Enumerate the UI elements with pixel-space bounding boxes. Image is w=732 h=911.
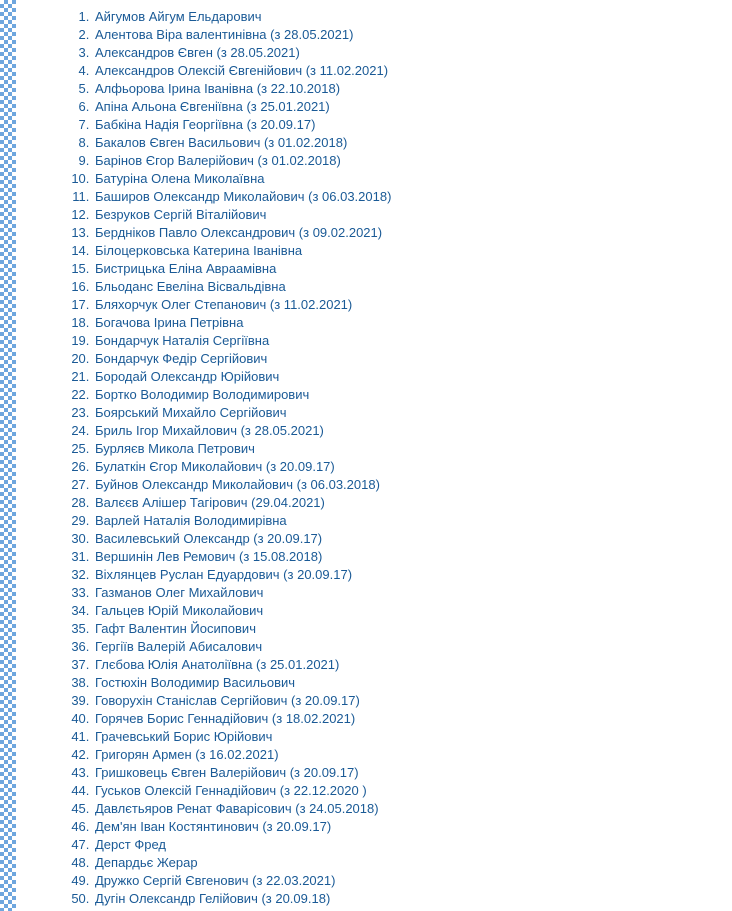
list-item: Боярський Михайло Сергійович bbox=[93, 404, 722, 422]
list-item: Варлей Наталія Володимирівна bbox=[93, 512, 722, 530]
list-item: Александров Олексій Євгенійович (з 11.02… bbox=[93, 62, 722, 80]
list-item: Бляхорчук Олег Степанович (з 11.02.2021) bbox=[93, 296, 722, 314]
list-item: Газманов Олег Михайлович bbox=[93, 584, 722, 602]
list-item: Алентова Віра валентинівна (з 28.05.2021… bbox=[93, 26, 722, 44]
list-item: Дерст Фред bbox=[93, 836, 722, 854]
list-item: Булаткін Єгор Миколайович (з 20.09.17) bbox=[93, 458, 722, 476]
list-item: Дугін Олександр Гелійович (з 20.09.18) bbox=[93, 890, 722, 908]
list-item: Гальцев Юрій Миколайович bbox=[93, 602, 722, 620]
list-item: Барінов Єгор Валерійович (з 01.02.2018) bbox=[93, 152, 722, 170]
list-item: Бородай Олександр Юрійович bbox=[93, 368, 722, 386]
list-item: Бортко Володимир Володимирович bbox=[93, 386, 722, 404]
list-item: Батуріна Олена Миколаївна bbox=[93, 170, 722, 188]
list-item: Гостюхін Володимир Васильович bbox=[93, 674, 722, 692]
list-item: Бльоданс Евеліна Вісвальдівна bbox=[93, 278, 722, 296]
list-item: Алфьорова Ірина Іванівна (з 22.10.2018) bbox=[93, 80, 722, 98]
list-item: Білоцерковська Катерина Іванівна bbox=[93, 242, 722, 260]
list-item: Дружко Сергій Євгенович (з 22.03.2021) bbox=[93, 872, 722, 890]
list-item: Гергіїв Валерій Абисалович bbox=[93, 638, 722, 656]
list-item: Говорухін Станіслав Сергійович (з 20.09.… bbox=[93, 692, 722, 710]
numbered-list: Айгумов Айгум ЕльдаровичАлентова Віра ва… bbox=[75, 8, 722, 908]
list-item: Грачевський Борис Юрійович bbox=[93, 728, 722, 746]
list-item: Богачова Ірина Петрівна bbox=[93, 314, 722, 332]
list-item: Гафт Валентин Йосипович bbox=[93, 620, 722, 638]
list-item: Вершинін Лев Ремович (з 15.08.2018) bbox=[93, 548, 722, 566]
list-item: Александров Євген (з 28.05.2021) bbox=[93, 44, 722, 62]
list-item: Бурляєв Микола Петрович bbox=[93, 440, 722, 458]
list-item: Бондарчук Федір Сергійович bbox=[93, 350, 722, 368]
list-item: Валєєв Алішер Тагірович (29.04.2021) bbox=[93, 494, 722, 512]
list-item: Горячев Борис Геннадійович (з 18.02.2021… bbox=[93, 710, 722, 728]
list-item: Буйнов Олександр Миколайович (з 06.03.20… bbox=[93, 476, 722, 494]
list-item: Айгумов Айгум Ельдарович bbox=[93, 8, 722, 26]
list-item: Василевський Олександр (з 20.09.17) bbox=[93, 530, 722, 548]
list-item: Баширов Олександр Миколайович (з 06.03.2… bbox=[93, 188, 722, 206]
list-item: Дем'ян Іван Костянтинович (з 20.09.17) bbox=[93, 818, 722, 836]
list-item: Бистрицька Еліна Авраамівна bbox=[93, 260, 722, 278]
list-item: Бондарчук Наталія Сергіївна bbox=[93, 332, 722, 350]
list-item: Безруков Сергій Віталійович bbox=[93, 206, 722, 224]
list-item: Бердніков Павло Олександрович (з 09.02.2… bbox=[93, 224, 722, 242]
list-item: Депардьє Жерар bbox=[93, 854, 722, 872]
list-item: Давлєтьяров Ренат Фаварісович (з 24.05.2… bbox=[93, 800, 722, 818]
list-item: Глєбова Юлія Анатоліївна (з 25.01.2021) bbox=[93, 656, 722, 674]
list-item: Григорян Армен (з 16.02.2021) bbox=[93, 746, 722, 764]
list-item: Бабкіна Надія Георгіївна (з 20.09.17) bbox=[93, 116, 722, 134]
list-item: Гришковець Євген Валерійович (з 20.09.17… bbox=[93, 764, 722, 782]
content-area: Айгумов Айгум ЕльдаровичАлентова Віра ва… bbox=[75, 8, 722, 908]
list-item: Гуськов Олексій Геннадійович (з 22.12.20… bbox=[93, 782, 722, 800]
list-item: Бакалов Євген Васильович (з 01.02.2018) bbox=[93, 134, 722, 152]
list-item: Віхлянцев Руслан Едуардович (з 20.09.17) bbox=[93, 566, 722, 584]
list-item: Бриль Ігор Михайлович (з 28.05.2021) bbox=[93, 422, 722, 440]
decorative-left-border bbox=[0, 0, 16, 911]
list-item: Апіна Альона Євгеніївна (з 25.01.2021) bbox=[93, 98, 722, 116]
